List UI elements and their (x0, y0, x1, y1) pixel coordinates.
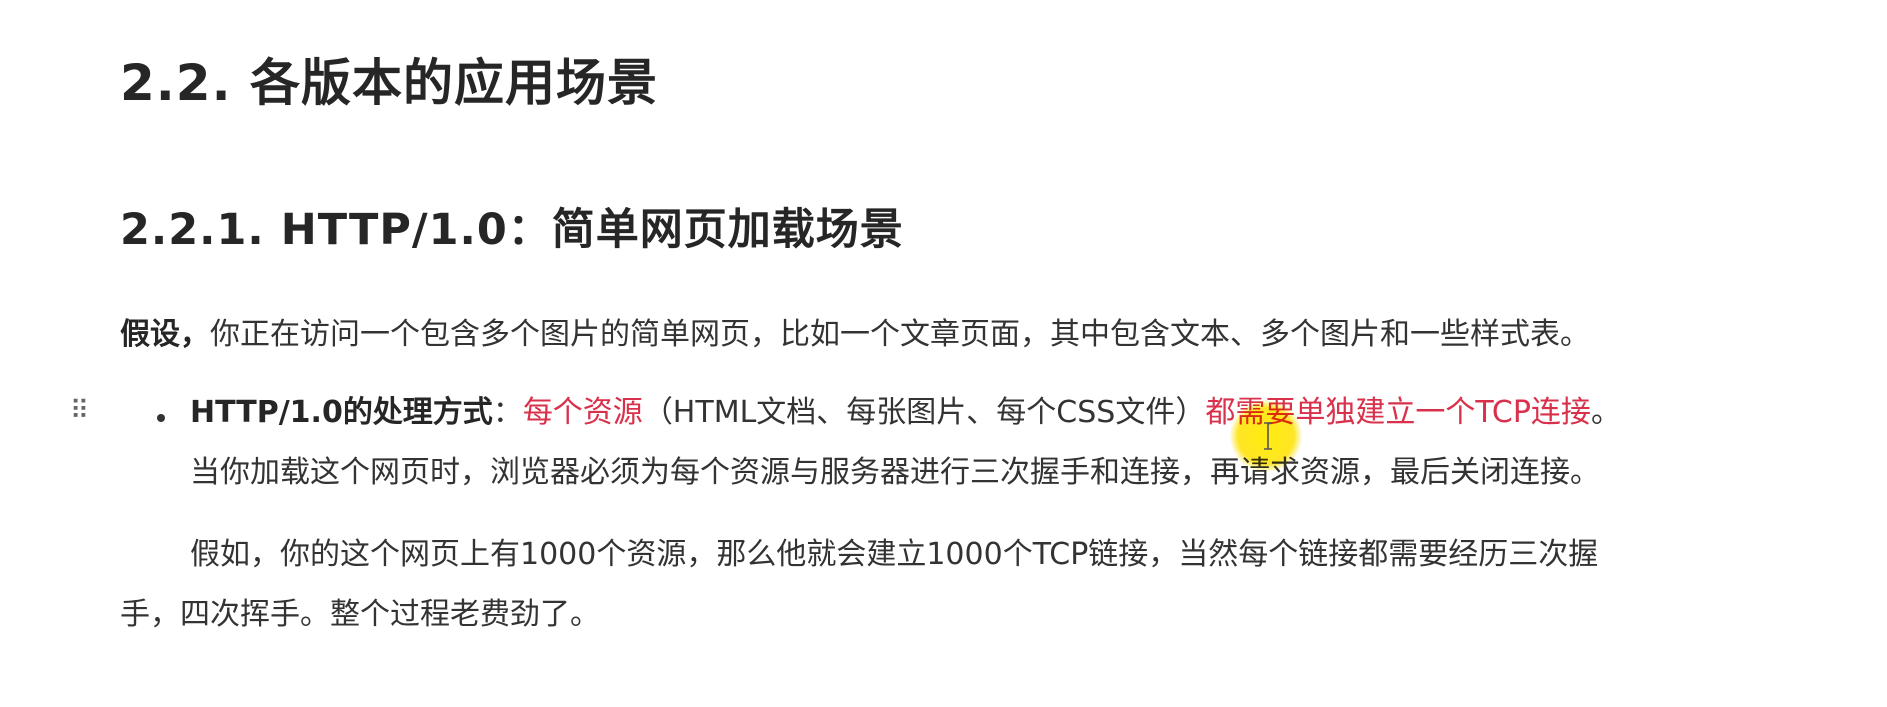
bullet-line-1: HTTP/1.0的处理方式：每个资源（HTML文档、每张图片、每个CSS文件）都… (190, 390, 1621, 436)
paragraph-assumption: 假设，你正在访问一个包含多个图片的简单网页，比如一个文章页面，其中包含文本、多个… (120, 312, 1590, 358)
bullet-end-punct: 。 (1590, 395, 1621, 430)
bullet-dot-icon (157, 414, 165, 422)
bullet-bold-label: HTTP/1.0的处理方式 (190, 395, 493, 430)
paragraph-example-line-2: 手，四次挥手。整个过程老费劲了。 (120, 597, 600, 632)
assumption-bold-lead: 假设， (120, 317, 210, 352)
bullet-line-2: 当你加载这个网页时，浏览器必须为每个资源与服务器进行三次握手和连接，再请求资源，… (190, 455, 1600, 490)
assumption-text: 你正在访问一个包含多个图片的简单网页，比如一个文章页面，其中包含文本、多个图片和… (210, 317, 1590, 352)
bullet-red-text-2: 都需要单独建立一个TCP连接 (1205, 395, 1591, 430)
bullet-red-text-1: 每个资源 (522, 395, 643, 430)
drag-handle-icon[interactable]: ⠿ (70, 396, 92, 426)
section-heading-2-2-1: 2.2.1. HTTP/1.0：简单网页加载场景 (120, 205, 904, 255)
document-page: 2.2. 各版本的应用场景 2.2.1. HTTP/1.0：简单网页加载场景 假… (0, 0, 1887, 707)
bullet-middle-text: （HTML文档、每张图片、每个CSS文件） (642, 395, 1206, 430)
bullet-colon: ： (492, 395, 523, 430)
paragraph-example-line-1: 假如，你的这个网页上有1000个资源，那么他就会建立1000个TCP链接，当然每… (190, 537, 1599, 572)
section-heading-2-2: 2.2. 各版本的应用场景 (120, 54, 658, 112)
